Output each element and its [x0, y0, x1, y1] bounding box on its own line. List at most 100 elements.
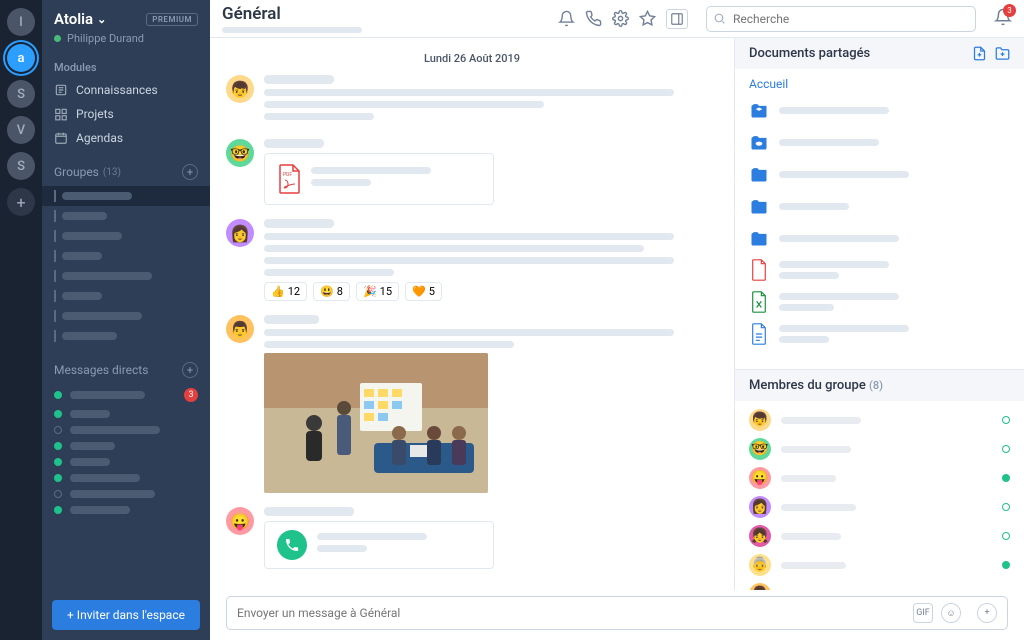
- group-item[interactable]: [42, 186, 210, 206]
- document-item[interactable]: [749, 259, 1010, 281]
- message[interactable]: 🤓 PDF: [226, 139, 718, 205]
- premium-badge: PREMIUM: [146, 13, 198, 26]
- groups-header[interactable]: Groupes (13) +: [42, 158, 210, 186]
- member-item[interactable]: 👩: [749, 496, 1010, 518]
- knowledge-icon: [54, 83, 68, 97]
- group-item[interactable]: [42, 266, 210, 286]
- document-item[interactable]: [749, 323, 1010, 345]
- member-item[interactable]: 👧: [749, 525, 1010, 547]
- dm-item[interactable]: [42, 502, 210, 518]
- document-item[interactable]: [749, 163, 1010, 185]
- document-item[interactable]: [749, 291, 1010, 313]
- activity-bell[interactable]: 3: [994, 8, 1012, 30]
- group-item[interactable]: [42, 326, 210, 346]
- member-item[interactable]: 😛: [749, 467, 1010, 489]
- add-folder-icon[interactable]: [995, 46, 1010, 61]
- gif-button[interactable]: GIF: [913, 603, 933, 623]
- workspace-switcher[interactable]: Atolia ⌄ PREMIUM: [54, 10, 198, 28]
- message[interactable]: 👦: [226, 75, 718, 125]
- avatar[interactable]: 🤓: [226, 139, 254, 167]
- message[interactable]: 👩 👍12 😃8 🎉15 🧡5: [226, 219, 718, 301]
- dm-item[interactable]: [42, 406, 210, 422]
- call-icon[interactable]: [585, 10, 602, 27]
- rail-workspace-4[interactable]: S: [7, 152, 35, 180]
- projects-icon: [54, 107, 68, 121]
- group-item[interactable]: [42, 246, 210, 266]
- message[interactable]: 😛: [226, 507, 718, 569]
- workspace-name: Atolia: [54, 10, 93, 28]
- search-input[interactable]: [706, 6, 976, 32]
- cloud-folder-icon: [749, 131, 769, 153]
- channel-title: Général: [222, 4, 362, 24]
- group-item[interactable]: [42, 306, 210, 326]
- rail-workspace-1[interactable]: a: [7, 44, 35, 72]
- rail-add-workspace[interactable]: +: [7, 188, 35, 216]
- presence-dot-icon: [54, 35, 61, 42]
- calendar-icon: [54, 131, 68, 145]
- reaction[interactable]: 😃8: [313, 282, 350, 301]
- avatar[interactable]: 👦: [226, 75, 254, 103]
- add-document-icon[interactable]: [972, 46, 987, 61]
- image-attachment[interactable]: [264, 353, 488, 493]
- group-item[interactable]: [42, 286, 210, 306]
- folder-icon: [749, 195, 769, 217]
- avatar[interactable]: 👨: [226, 315, 254, 343]
- current-user-name: Philippe Durand: [67, 32, 144, 45]
- chevron-down-icon: ⌄: [97, 13, 106, 26]
- call-attachment[interactable]: [264, 521, 494, 569]
- member-item[interactable]: 👨: [749, 583, 1010, 590]
- group-item[interactable]: [42, 226, 210, 246]
- message-composer[interactable]: GIF ☺ +: [226, 596, 1008, 630]
- dm-item[interactable]: 3: [42, 384, 210, 406]
- message[interactable]: 👨: [226, 315, 718, 493]
- reaction[interactable]: 🎉15: [356, 282, 399, 301]
- member-item[interactable]: 👦: [749, 409, 1010, 431]
- avatar[interactable]: 👩: [226, 219, 254, 247]
- reaction[interactable]: 👍12: [264, 282, 307, 301]
- message-feed[interactable]: Lundi 26 Août 2019 👦 🤓 PDF: [210, 38, 734, 590]
- sidebar-item-label: Connaissances: [76, 83, 158, 97]
- sidebar-item-knowledge[interactable]: Connaissances: [42, 78, 210, 102]
- composer-input[interactable]: [237, 606, 905, 620]
- document-item[interactable]: [749, 227, 1010, 249]
- unread-badge: 3: [184, 388, 198, 402]
- emoji-button[interactable]: ☺: [941, 603, 961, 623]
- members-header: Membres du groupe (8): [735, 370, 1024, 401]
- document-item[interactable]: [749, 195, 1010, 217]
- search-box[interactable]: [706, 6, 976, 32]
- reaction[interactable]: 🧡5: [405, 282, 442, 301]
- notifications-icon[interactable]: [558, 10, 575, 27]
- search-icon: [713, 12, 726, 25]
- excel-icon: [749, 291, 769, 313]
- dm-item[interactable]: [42, 422, 210, 438]
- svg-text:PDF: PDF: [283, 172, 292, 178]
- file-attachment[interactable]: PDF: [264, 153, 494, 205]
- document-item[interactable]: [749, 99, 1010, 121]
- dm-item[interactable]: [42, 438, 210, 454]
- invite-button[interactable]: + Inviter dans l'espace: [52, 600, 200, 630]
- sidebar-item-agendas[interactable]: Agendas: [42, 126, 210, 150]
- dm-item[interactable]: [42, 470, 210, 486]
- attach-button[interactable]: +: [977, 603, 997, 623]
- add-dm-button[interactable]: +: [182, 362, 198, 378]
- dm-item[interactable]: [42, 486, 210, 502]
- pdf-icon: PDF: [277, 164, 301, 194]
- group-item[interactable]: [42, 206, 210, 226]
- toggle-sidepanel-icon[interactable]: [666, 9, 688, 29]
- document-item[interactable]: [749, 131, 1010, 153]
- current-user[interactable]: Philippe Durand: [54, 32, 198, 45]
- rail-workspace-0[interactable]: I: [7, 8, 35, 36]
- avatar[interactable]: 😛: [226, 507, 254, 535]
- folder-icon: [749, 227, 769, 249]
- documents-home-link[interactable]: Accueil: [749, 77, 1010, 91]
- rail-workspace-2[interactable]: S: [7, 80, 35, 108]
- dm-item[interactable]: [42, 454, 210, 470]
- add-group-button[interactable]: +: [182, 164, 198, 180]
- member-item[interactable]: 👵: [749, 554, 1010, 576]
- star-icon[interactable]: [639, 10, 656, 27]
- settings-icon[interactable]: [612, 10, 629, 27]
- sidebar-item-projects[interactable]: Projets: [42, 102, 210, 126]
- member-item[interactable]: 🤓: [749, 438, 1010, 460]
- dm-header[interactable]: Messages directs +: [42, 356, 210, 384]
- rail-workspace-3[interactable]: V: [7, 116, 35, 144]
